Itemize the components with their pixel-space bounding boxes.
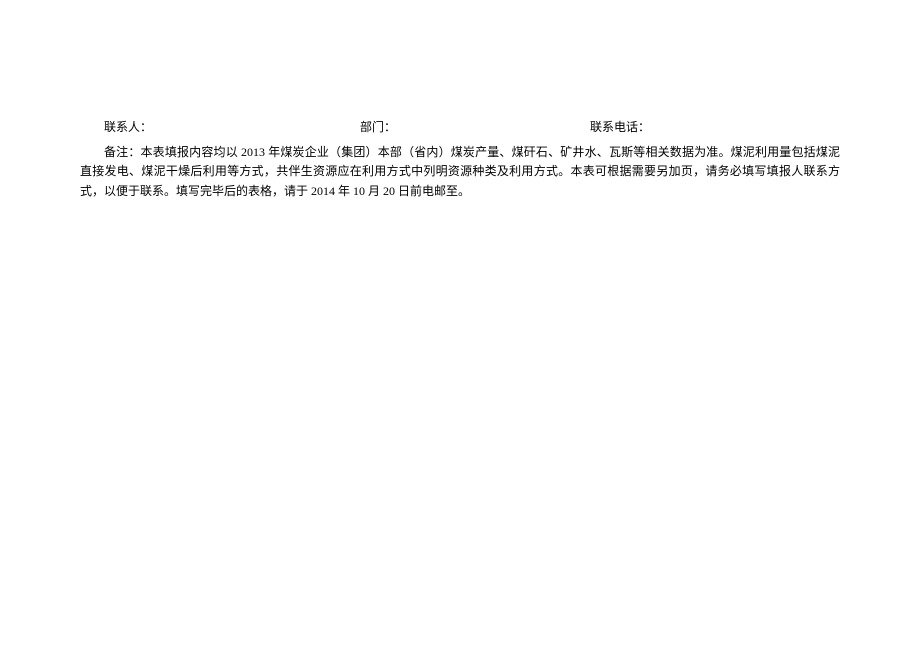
note-text: 备注：本表填报内容均以 2013 年煤炭企业（集团）本部（省内）煤炭产量、煤矸石… [80, 143, 840, 201]
contact-person-label: 联系人： [104, 118, 360, 137]
contact-row: 联系人： 部门： 联系电话： [80, 118, 840, 137]
contact-department-label: 部门： [360, 118, 590, 137]
contact-phone-label: 联系电话： [590, 118, 840, 137]
